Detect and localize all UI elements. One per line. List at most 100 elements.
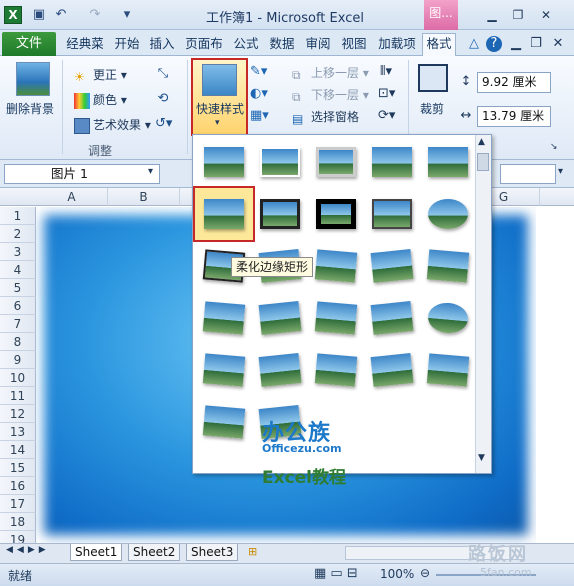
- scroll-down-icon[interactable]: ▼: [478, 453, 485, 463]
- row-header[interactable]: 5: [0, 279, 36, 297]
- row-header[interactable]: 2: [0, 225, 36, 243]
- send-backward-button[interactable]: ⧉ 下移一层 ▾: [292, 86, 369, 104]
- picture-style-option[interactable]: [252, 137, 308, 187]
- name-box-dropdown-icon[interactable]: ▾: [148, 166, 153, 177]
- picture-style-option[interactable]: [420, 241, 476, 291]
- picture-style-option[interactable]: [420, 345, 476, 395]
- tab-file[interactable]: 文件: [2, 32, 56, 56]
- close-icon[interactable]: ✕: [535, 6, 557, 24]
- row-header[interactable]: 10: [0, 369, 36, 387]
- row-header[interactable]: 6: [0, 297, 36, 315]
- picture-style-option[interactable]: [196, 397, 252, 447]
- row-header[interactable]: 13: [0, 423, 36, 441]
- picture-style-option[interactable]: [252, 293, 308, 343]
- picture-style-option[interactable]: [196, 345, 252, 395]
- sheet-tab-1[interactable]: Sheet1: [70, 544, 123, 561]
- group-objects-icon[interactable]: ⊡▾: [378, 86, 395, 102]
- crop-button[interactable]: 裁剪: [420, 100, 444, 117]
- remove-background-icon[interactable]: [16, 62, 50, 96]
- formula-input[interactable]: [500, 164, 556, 184]
- picture-style-option[interactable]: [196, 293, 252, 343]
- tab-insert[interactable]: 插入: [146, 34, 178, 54]
- picture-style-option[interactable]: [420, 137, 476, 187]
- rotate-icon[interactable]: ⟳▾: [378, 108, 395, 124]
- picture-style-option[interactable]: [308, 241, 364, 291]
- scroll-up-icon[interactable]: ▲: [478, 137, 485, 147]
- size-dialog-launcher-icon[interactable]: ↘: [550, 142, 558, 152]
- picture-style-option[interactable]: [364, 137, 420, 187]
- align-icon[interactable]: ⫴▾: [378, 64, 394, 80]
- picture-tools-context-tab[interactable]: 图...: [424, 0, 458, 30]
- picture-style-option[interactable]: [196, 189, 252, 239]
- row-header[interactable]: 18: [0, 513, 36, 531]
- artistic-effects-button[interactable]: 艺术效果 ▾: [74, 116, 151, 134]
- sheet-tab-2[interactable]: Sheet2: [128, 544, 181, 561]
- picture-style-option[interactable]: [308, 345, 364, 395]
- selection-pane-button[interactable]: ▤ 选择窗格: [292, 108, 359, 126]
- tab-format[interactable]: 格式: [422, 33, 456, 56]
- row-header[interactable]: 8: [0, 333, 36, 351]
- row-header[interactable]: 4: [0, 261, 36, 279]
- sheet-nav-arrows-icon[interactable]: ◀◀▶▶: [6, 545, 50, 555]
- picture-border-icon[interactable]: ✎▾: [250, 64, 267, 80]
- tab-view[interactable]: 视图: [338, 34, 370, 54]
- width-spinner[interactable]: 13.79 厘米: [477, 106, 551, 127]
- tab-review[interactable]: 审阅: [302, 34, 334, 54]
- restore-icon[interactable]: ❐: [507, 6, 529, 24]
- tab-home[interactable]: 开始: [111, 34, 143, 54]
- row-header[interactable]: 3: [0, 243, 36, 261]
- row-header[interactable]: 7: [0, 315, 36, 333]
- color-button[interactable]: 颜色 ▾: [74, 91, 127, 109]
- picture-style-option[interactable]: [420, 189, 476, 239]
- tab-formulas[interactable]: 公式: [230, 34, 262, 54]
- picture-style-option[interactable]: [308, 137, 364, 187]
- picture-style-option[interactable]: [364, 293, 420, 343]
- picture-style-option[interactable]: [364, 189, 420, 239]
- row-header[interactable]: 14: [0, 441, 36, 459]
- doc-close-icon[interactable]: ✕: [550, 36, 566, 52]
- change-picture-icon[interactable]: ⟲: [155, 91, 171, 107]
- column-header[interactable]: B: [108, 188, 180, 206]
- remove-background-button[interactable]: 删除背景: [6, 100, 54, 117]
- ribbon-collapse-icon[interactable]: △: [466, 36, 482, 52]
- tab-classic-menu[interactable]: 经典菜: [62, 34, 108, 54]
- row-header[interactable]: 17: [0, 495, 36, 513]
- row-header[interactable]: 9: [0, 351, 36, 369]
- row-header[interactable]: 16: [0, 477, 36, 495]
- row-header[interactable]: 15: [0, 459, 36, 477]
- picture-style-option[interactable]: [364, 241, 420, 291]
- scroll-thumb[interactable]: [477, 153, 489, 171]
- sheet-tab-3[interactable]: Sheet3: [186, 544, 239, 561]
- zoom-out-icon[interactable]: ⊖: [420, 566, 430, 580]
- reset-picture-icon[interactable]: ↺▾: [155, 116, 172, 132]
- gallery-scrollbar[interactable]: ▲ ▼: [475, 135, 491, 473]
- row-header[interactable]: 1: [0, 207, 36, 225]
- help-icon[interactable]: ?: [486, 36, 502, 52]
- picture-style-option[interactable]: [420, 293, 476, 343]
- row-header[interactable]: 11: [0, 387, 36, 405]
- compress-pictures-icon[interactable]: ⤡: [155, 66, 171, 82]
- tab-page-layout[interactable]: 页面布: [181, 34, 227, 54]
- redo-icon[interactable]: ↷: [86, 6, 104, 24]
- picture-effects-icon[interactable]: ◐▾: [250, 86, 268, 102]
- name-box[interactable]: 图片 1: [4, 164, 160, 184]
- crop-icon[interactable]: [418, 64, 448, 92]
- save-icon[interactable]: ▣: [30, 6, 48, 24]
- picture-style-option[interactable]: [196, 137, 252, 187]
- doc-restore-icon[interactable]: ❐: [528, 36, 544, 52]
- tab-data[interactable]: 数据: [266, 34, 298, 54]
- picture-style-option[interactable]: [252, 189, 308, 239]
- picture-style-option[interactable]: [308, 189, 364, 239]
- minimize-icon[interactable]: ▁: [481, 6, 503, 24]
- normal-view-icon[interactable]: ▦ ▭ ⊟: [314, 566, 358, 581]
- picture-layout-icon[interactable]: ▦▾: [250, 108, 269, 124]
- doc-minimize-icon[interactable]: ▁: [508, 36, 524, 52]
- corrections-button[interactable]: ☀ 更正 ▾: [74, 66, 127, 84]
- picture-style-option[interactable]: [364, 345, 420, 395]
- quick-styles-button[interactable]: 快速样式 ▾: [191, 58, 248, 136]
- row-header[interactable]: 12: [0, 405, 36, 423]
- picture-style-option[interactable]: [308, 293, 364, 343]
- bring-forward-button[interactable]: ⧉ 上移一层 ▾: [292, 64, 369, 82]
- expand-formula-bar-icon[interactable]: ▾: [558, 166, 563, 177]
- column-header[interactable]: A: [36, 188, 108, 206]
